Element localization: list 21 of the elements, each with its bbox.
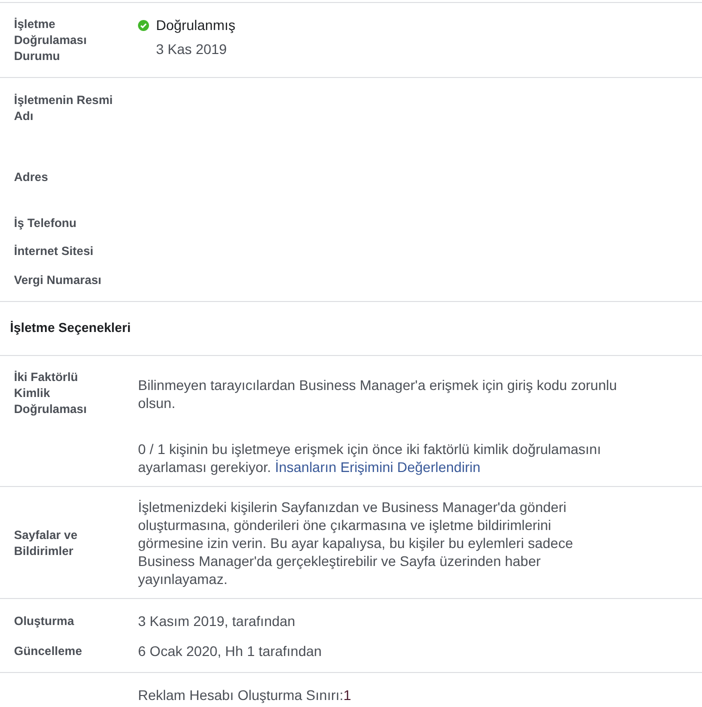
field-label: Adres (14, 169, 50, 185)
setting-note: 0 / 1 kişinin bu işletmeye erişmek için önce iki faktörlü kimlik doğrulamasını ayarlaması gerekiyor. İnsanların Erişimini Değerlendirin (138, 440, 602, 476)
field-label: İki Faktörlü Kimlik Doğrulaması (14, 369, 88, 418)
setting-description: Bilinmeyen tarayıcılardan Business Manager'a erişmek için giriş kodu zorunlu olsun. (138, 376, 618, 412)
setting-description: İşletmenizdeki kişilerin Sayfanızdan ve Business Manager'da gönderi oluşturmasına, gönderileri öne çıkarmasına ve işletme bildirimlerini görmesine izin verin. Bu ayar kapalıysa, bu kişiler bu eylemleri sadece Business Manager'da gerçekleştirebilir ve Sayfa üzerinden haber yayınlayamaz. (138, 498, 574, 588)
field-value: 6 Ocak 2020, Hh 1 tarafından (138, 642, 322, 660)
field-label: İnternet Sitesi (14, 243, 94, 259)
field-label: İşletmenin Resmi Adı (14, 92, 114, 124)
field-value: 3 Kasım 2019, tarafından (138, 612, 296, 630)
field-label: İşletme Doğrulaması Durumu (14, 16, 88, 64)
field-label: Oluşturma (14, 613, 76, 629)
limit-value: 1 (343, 686, 352, 704)
review-access-link[interactable]: İnsanların Erişimini Değerlendirin (274, 459, 480, 475)
field-label: İş Telefonu (14, 215, 78, 231)
status-text: Doğrulanmış (156, 16, 236, 34)
field-label: Güncelleme (14, 643, 84, 659)
limit-label: Reklam Hesabı Oluşturma Sınırı: (138, 686, 344, 704)
section-heading: İşletme Seçenekleri (10, 320, 132, 336)
field-label: Vergi Numarası (14, 272, 102, 288)
verification-date: 3 Kas 2019 (156, 40, 228, 58)
field-label: Sayfalar ve Bildirimler (14, 527, 78, 559)
